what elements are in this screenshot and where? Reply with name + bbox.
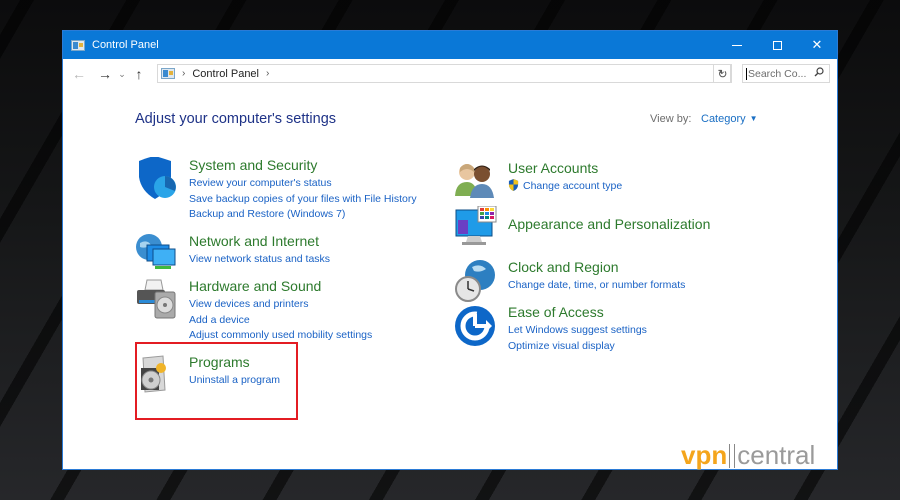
ease-of-access-icon[interactable] — [454, 304, 498, 348]
change-account-type-text: Change account type — [523, 180, 623, 192]
maximize-icon — [772, 40, 782, 50]
category-title[interactable]: Network and Internet — [189, 233, 319, 249]
printer-icon[interactable] — [135, 278, 179, 322]
view-by-value: Category — [701, 113, 746, 125]
appearance-icon[interactable] — [454, 205, 498, 250]
control-panel-icon — [71, 39, 85, 51]
view-by-label: View by: — [650, 113, 692, 125]
recent-locations-button[interactable]: ⌄ — [115, 69, 129, 80]
breadcrumb-separator[interactable]: › — [182, 68, 185, 79]
text-caret — [746, 67, 747, 80]
window-controls: ✕ — [717, 31, 837, 59]
maximize-button[interactable] — [757, 31, 797, 59]
refresh-button[interactable]: ↻ — [713, 64, 732, 83]
search-input[interactable]: Search Co... — [742, 64, 830, 83]
dropdown-arrow-icon: ▼ — [749, 114, 758, 123]
back-button[interactable]: ← — [69, 66, 89, 82]
minimize-icon — [732, 44, 742, 46]
breadcrumb-separator[interactable]: › — [266, 68, 269, 79]
window-title: Control Panel — [92, 39, 159, 51]
category-link[interactable]: Backup and Restore (Windows 7) — [189, 207, 417, 223]
category-title[interactable]: Appearance and Personalization — [508, 216, 710, 232]
forward-button[interactable]: → — [95, 66, 115, 82]
category-title[interactable]: Ease of Access — [508, 304, 604, 320]
uac-shield-icon — [508, 179, 519, 191]
category-title[interactable]: Clock and Region — [508, 259, 619, 275]
category-link[interactable]: Change date, time, or number formats — [508, 278, 685, 294]
watermark-central-text: central — [737, 440, 816, 470]
category-link[interactable]: Review your computer's status — [189, 176, 417, 192]
search-placeholder: Search Co... — [748, 67, 807, 80]
category-title[interactable]: System and Security — [189, 157, 317, 173]
close-button[interactable]: ✕ — [797, 31, 837, 59]
category-link[interactable]: Add a device — [189, 313, 372, 329]
shield-icon[interactable] — [135, 156, 179, 201]
watermark-divider — [729, 444, 736, 468]
search-icon[interactable] — [814, 67, 824, 80]
network-icon[interactable] — [135, 233, 179, 277]
page-heading: Adjust your computer's settings — [135, 111, 337, 127]
breadcrumb-control-panel[interactable]: Control Panel — [192, 68, 259, 80]
view-by-dropdown[interactable]: Category ▼ — [701, 113, 758, 125]
highlight-box — [135, 342, 298, 420]
category-link[interactable]: Optimize visual display — [508, 339, 647, 355]
watermark-vpn-text: vpn — [681, 440, 728, 470]
category-link[interactable]: View network status and tasks — [189, 252, 330, 268]
vpncentral-watermark: vpn central — [681, 440, 815, 471]
navigation-bar: ← → ⌄ ↑ › Control Panel › ⌄ ↻ Search Co.… — [63, 59, 837, 89]
category-link[interactable]: Let Windows suggest settings — [508, 323, 647, 339]
category-title[interactable]: Hardware and Sound — [189, 278, 321, 294]
category-link[interactable]: Save backup copies of your files with Fi… — [189, 192, 417, 208]
category-link[interactable]: Change account type — [508, 179, 622, 195]
minimize-button[interactable] — [717, 31, 757, 59]
address-bar[interactable]: › Control Panel › ⌄ — [157, 64, 731, 83]
category-title[interactable]: User Accounts — [508, 160, 598, 176]
close-icon: ✕ — [811, 37, 823, 52]
control-panel-icon — [161, 68, 175, 79]
category-link[interactable]: View devices and printers — [189, 297, 372, 313]
title-bar[interactable]: Control Panel ✕ — [63, 31, 837, 59]
clock-globe-icon[interactable] — [454, 259, 498, 303]
control-panel-window: Control Panel ✕ ← → ⌄ ↑ › Control Panel … — [62, 30, 838, 470]
refresh-icon: ↻ — [717, 66, 728, 81]
users-icon[interactable] — [454, 160, 498, 204]
up-button[interactable]: ↑ — [129, 66, 149, 82]
